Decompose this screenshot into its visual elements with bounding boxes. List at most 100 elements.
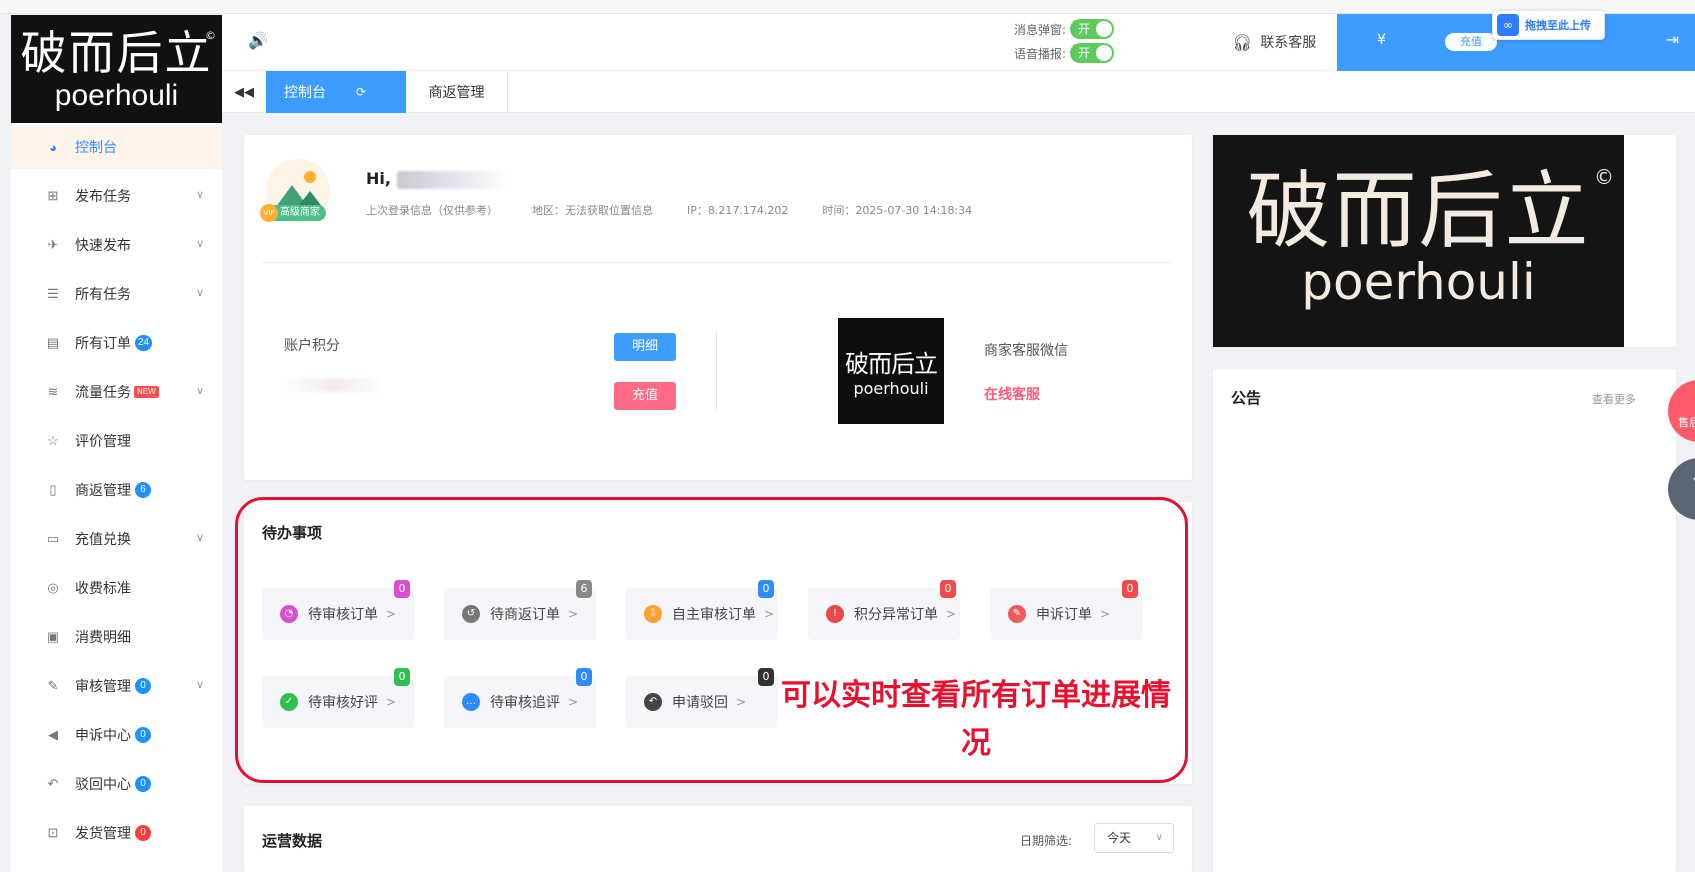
count-badge: 6 bbox=[135, 482, 151, 498]
todo-item-1[interactable]: ↺ 待商返订单 >6 bbox=[444, 580, 596, 640]
msg-popup-toggle[interactable]: 开 bbox=[1070, 19, 1115, 39]
reject-icon: ↶ bbox=[644, 693, 662, 711]
sidebar-item-label: 驳回中心 bbox=[75, 776, 131, 792]
todo-item-label: 待审核追评 bbox=[490, 695, 560, 711]
notice-more-link[interactable]: 查看更多 bbox=[1592, 391, 1636, 407]
receipt-icon: ▣ bbox=[46, 629, 60, 644]
logout-icon[interactable]: ⇥ bbox=[1666, 30, 1679, 49]
sidebar-item-12[interactable]: ◀ 申诉中心 0 bbox=[11, 713, 222, 757]
banner-en: poerhouli bbox=[1301, 253, 1536, 311]
voice-label: 语音播报: bbox=[1014, 46, 1067, 61]
more-icon: … bbox=[462, 693, 480, 711]
brand-logo: 破而后立 poerhouli © bbox=[11, 15, 222, 123]
todo-item-label: 待商返订单 bbox=[490, 607, 560, 623]
chevron-right-icon: > bbox=[764, 607, 775, 621]
sidebar-item-label: 收费标准 bbox=[75, 580, 131, 596]
appeal-icon: ✎ bbox=[1008, 605, 1026, 623]
date-filter-value: 今天 bbox=[1107, 831, 1132, 845]
points-recharge-button[interactable]: 充值 bbox=[614, 382, 676, 410]
sidebar-item-label: 商返管理 bbox=[75, 482, 131, 498]
todo-count-badge: 0 bbox=[1122, 580, 1138, 598]
sidebar-item-label: 所有任务 bbox=[75, 286, 131, 302]
todo-item-label: 自主审核订单 bbox=[672, 607, 756, 623]
todo-count-badge: 0 bbox=[576, 668, 592, 686]
header-recharge-button[interactable]: 充值 bbox=[1445, 33, 1497, 51]
chevron-down-icon[interactable]: ∨ bbox=[196, 678, 204, 691]
collapse-sidebar-icon[interactable]: ◀◀ bbox=[222, 71, 266, 113]
chevron-down-icon[interactable]: ∨ bbox=[196, 531, 204, 544]
todo-item-0[interactable]: ◔ 待审核订单 >0 bbox=[262, 580, 414, 640]
banner-image: 破而后立 poerhouli © bbox=[1213, 135, 1624, 347]
count-badge: 0 bbox=[135, 825, 151, 841]
logo-cn: 破而后立 bbox=[20, 26, 213, 80]
ops-title: 运营数据 bbox=[262, 832, 323, 850]
contact-service-link[interactable]: 🎧︎ 联系客服 bbox=[1232, 32, 1316, 52]
chevron-down-icon[interactable]: ∨ bbox=[196, 237, 204, 250]
sidebar-item-10[interactable]: ▣ 消费明细 bbox=[11, 615, 222, 659]
chevron-down-icon[interactable]: ∨ bbox=[196, 286, 204, 299]
count-badge: 24 bbox=[135, 335, 153, 351]
tab-bar: ◀◀ 控制台 ⟳ 商返管理 bbox=[222, 71, 1695, 113]
refresh-icon[interactable]: ⟳ bbox=[356, 85, 366, 99]
sidebar-item-4[interactable]: ▤ 所有订单 24 bbox=[11, 321, 222, 365]
browser-top-strip bbox=[0, 0, 1695, 14]
sidebar-item-7[interactable]: ▯ 商返管理 6 bbox=[11, 468, 222, 512]
tab-return-management[interactable]: 商返管理 bbox=[406, 71, 508, 113]
megaphone-icon: ◀ bbox=[48, 727, 58, 742]
logo-reg-mark: © bbox=[205, 29, 216, 42]
divider bbox=[262, 262, 1172, 263]
chevron-down-icon[interactable]: ∨ bbox=[196, 384, 204, 397]
todo-item-6[interactable]: … 待审核追评 >0 bbox=[444, 668, 596, 728]
operations-card: 运营数据 日期筛选: 今天 ∨ bbox=[244, 806, 1192, 872]
todo-item-4[interactable]: ✎ 申诉订单 >0 bbox=[990, 580, 1142, 640]
chevron-right-icon: > bbox=[1100, 607, 1111, 621]
drag-upload-widget[interactable]: ∞ 拖拽至此上传 bbox=[1492, 10, 1605, 40]
chevron-right-icon: > bbox=[946, 607, 957, 621]
star-icon: ☆ bbox=[47, 433, 59, 448]
todo-item-7[interactable]: ↶ 申请驳回 >0 bbox=[626, 668, 778, 728]
todo-item-2[interactable]: ⇩ 自主审核订单 >0 bbox=[626, 580, 778, 640]
count-badge: 0 bbox=[135, 776, 151, 792]
sidebar-item-2[interactable]: ✈ 快速发布 ∨ bbox=[11, 223, 222, 267]
region-text: 地区：无法获取位置信息 bbox=[532, 204, 653, 217]
return-icon: ▯ bbox=[49, 482, 57, 497]
sidebar-item-label: 消费明细 bbox=[75, 629, 131, 645]
speaker-icon[interactable]: 🔊 bbox=[248, 31, 268, 50]
online-service-link[interactable]: 在线客服 bbox=[984, 384, 1040, 404]
chevron-right-icon: > bbox=[386, 695, 397, 709]
tab-dashboard[interactable]: 控制台 ⟳ bbox=[266, 71, 406, 113]
undo-icon: ↶ bbox=[47, 776, 59, 791]
date-filter-select[interactable]: 今天 ∨ bbox=[1094, 823, 1174, 853]
sidebar-item-6[interactable]: ☆ 评价管理 bbox=[11, 419, 222, 463]
todo-item-5[interactable]: ✓ 待审核好评 >0 bbox=[262, 668, 414, 728]
todo-count-badge: 0 bbox=[758, 668, 774, 686]
coins-icon: ◎ bbox=[47, 580, 59, 595]
order-icon: ▤ bbox=[46, 335, 60, 350]
sidebar-item-13[interactable]: ↶ 驳回中心 0 bbox=[11, 762, 222, 806]
balance-icon: ¥ bbox=[1377, 32, 1386, 48]
sidebar-item-0[interactable]: ◕ 控制台 bbox=[11, 125, 222, 169]
notice-title: 公告 bbox=[1231, 389, 1262, 407]
sidebar-item-3[interactable]: ☰ 所有任务 ∨ bbox=[11, 272, 222, 316]
sidebar-item-1[interactable]: ⊞ 发布任务 ∨ bbox=[11, 174, 222, 218]
sidebar: ◕ 控制台 ⊞ 发布任务 ∨ ✈ 快速发布 ∨ ☰ 所有任务 ∨ ▤ 所有订单 24 ≋ 流量任务 NEW ∨ ☆ 评… bbox=[11, 123, 222, 872]
todo-item-3[interactable]: ! 积分异常订单 >0 bbox=[808, 580, 960, 640]
msg-popup-label: 消息弹窗: bbox=[1014, 22, 1067, 37]
chevron-down-icon[interactable]: ∨ bbox=[196, 188, 204, 201]
sidebar-item-9[interactable]: ◎ 收费标准 bbox=[11, 566, 222, 610]
points-detail-button[interactable]: 明细 bbox=[614, 333, 676, 361]
sidebar-item-8[interactable]: ▭ 充值兑换 ∨ bbox=[11, 517, 222, 561]
sidebar-item-label: 充值兑换 bbox=[75, 531, 131, 547]
sidebar-item-11[interactable]: ✎ 审核管理 0 ∨ bbox=[11, 664, 222, 708]
chevron-down-icon: ∨ bbox=[1155, 832, 1163, 843]
sidebar-item-5[interactable]: ≋ 流量任务 NEW ∨ bbox=[11, 370, 222, 414]
logo-en: poerhouli bbox=[54, 79, 179, 112]
traffic-icon: ≋ bbox=[47, 384, 59, 399]
sidebar-item-14[interactable]: ⊡ 发货管理 0 bbox=[11, 811, 222, 855]
publish-icon: ⊞ bbox=[47, 188, 59, 203]
points-label: 账户积分 bbox=[284, 338, 340, 354]
sidebar-item-label: 流量任务 bbox=[75, 384, 131, 400]
voice-toggle[interactable]: 开 bbox=[1070, 43, 1115, 63]
username-redacted bbox=[396, 170, 507, 189]
edit-icon: ✎ bbox=[47, 678, 59, 693]
